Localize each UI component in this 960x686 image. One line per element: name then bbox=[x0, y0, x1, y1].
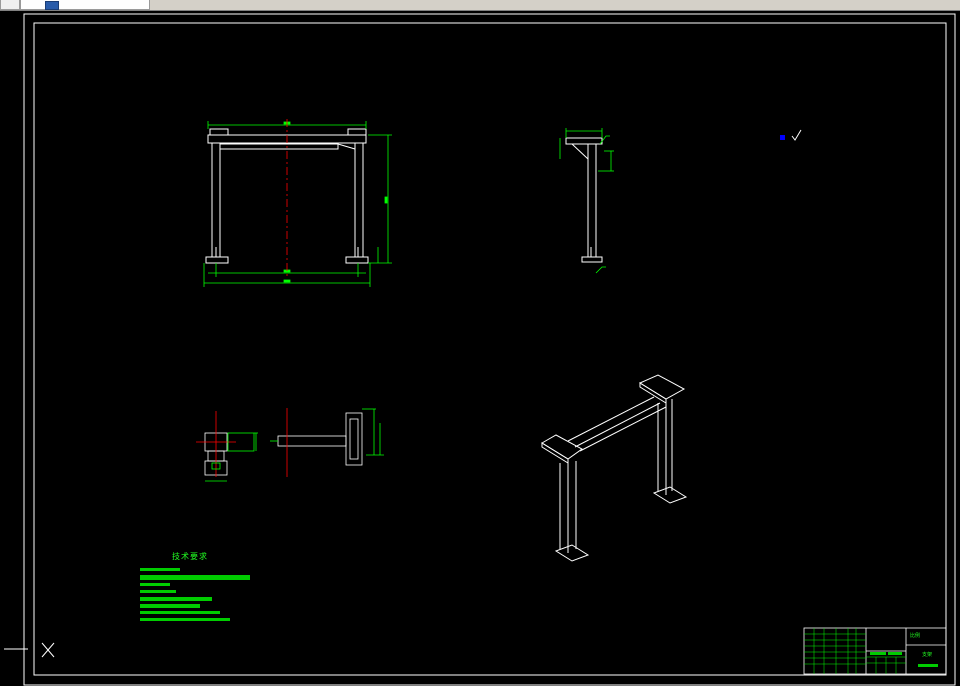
title-block-drawing-number bbox=[918, 664, 938, 667]
title-block-scale-label: 比例 bbox=[910, 633, 921, 639]
layout-icon bbox=[45, 1, 59, 10]
section-view-small bbox=[196, 411, 236, 477]
top-view-bar bbox=[277, 408, 363, 477]
layout-tab-bar bbox=[0, 0, 960, 11]
title-block-drawing-name: 支架 bbox=[922, 652, 933, 658]
side-view-dims bbox=[559, 128, 614, 274]
drawing-canvas[interactable]: 技术要求 比例 支架 bbox=[0, 11, 960, 686]
isometric-view bbox=[541, 374, 688, 562]
crosshair-cursor-icon bbox=[4, 642, 55, 658]
ucs-icon bbox=[780, 129, 802, 141]
front-view-dims bbox=[203, 121, 392, 287]
layout-tab[interactable] bbox=[20, 0, 150, 10]
side-view bbox=[565, 137, 603, 263]
cad-drawing bbox=[4, 13, 956, 686]
model-tab[interactable] bbox=[0, 0, 20, 10]
technical-requirements-title: 技术要求 bbox=[172, 552, 208, 561]
section-view-small-dims bbox=[205, 432, 258, 482]
technical-requirements-notes bbox=[140, 568, 250, 621]
